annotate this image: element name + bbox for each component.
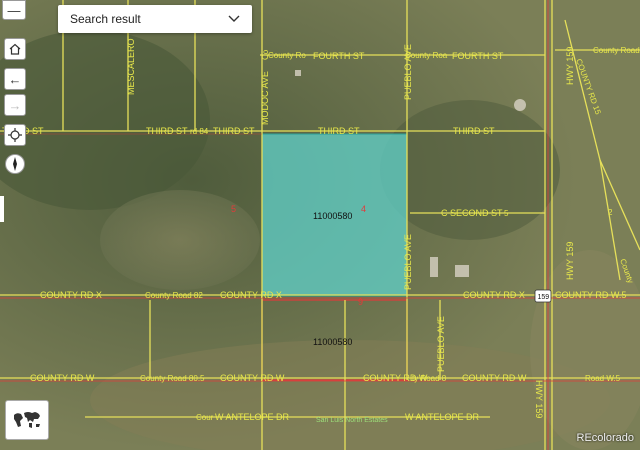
label-county-rd-right-2: 2 [608,208,613,217]
label-hwy-159-3: HWY 159 [534,380,544,418]
section-number-9: 9 [358,297,363,307]
arrow-right-icon: → [8,97,22,113]
section-number-5: 5 [231,204,236,214]
map-credit: REcolorado [576,432,634,444]
label-fourth-st: FOURTH ST [313,51,365,61]
svg-text:159: 159 [538,294,550,301]
label-county-rd-w: COUNTY RD W [30,373,95,383]
label-modoc-ave: MODOC AVE [260,71,270,125]
back-button[interactable]: ← [4,68,26,90]
label-county-ro-top: County Ro [268,51,306,60]
home-button[interactable] [4,38,26,60]
label-pueblo-ave-top: PUEBLO AVE [403,44,413,100]
label-county-rd-w5: COUNTY RD W.5 [555,290,626,300]
parcel-id-label: 11000580 [313,211,352,221]
section-number-4: 4 [361,204,366,214]
locate-button[interactable] [4,124,26,146]
label-antelope-dr: W ANTELOPE DR [215,412,290,422]
label-antelope-cour: Cour [196,413,214,422]
chevron-down-icon [228,15,240,22]
label-modoc-co: Co [261,49,270,60]
label-county-road-805: County Road 80.5 [140,374,205,383]
basemap-toggle-button[interactable] [5,400,49,440]
label-pueblo-ave-mid: PUEBLO AVE [403,234,413,290]
arrow-left-icon: ← [8,71,22,87]
search-result-label: Search result [70,12,141,26]
label-county-road-8: ty Road 8 [412,374,447,383]
label-third-st-4: THIRD ST [453,126,495,136]
map-canvas[interactable]: County Ro FOURTH ST County Roa FOURTH ST… [0,0,640,450]
label-second-st-c: C [441,208,448,218]
label-hwy-159-2: HWY 159 [565,242,575,280]
label-second-st-5: 5 [504,209,509,218]
search-result-dropdown[interactable]: Search result [58,5,252,33]
crosshair-icon [8,128,22,142]
side-panel-tab[interactable] [0,196,4,222]
label-county-rd-x: COUNTY RD X [40,290,102,300]
home-icon [9,43,21,55]
label-pueblo-ave-low: PUEBLO AVE [436,316,446,372]
label-second-st: SECOND ST [450,208,503,218]
label-fourth-st-2: FOURTH ST [452,51,504,61]
world-map-icon [14,412,40,428]
label-county-road-right: County Road [593,46,640,55]
label-third-st-c: THIRD ST [146,126,188,136]
label-hwy-159: HWY 159 [565,47,575,85]
label-san-luis: San Luis North Estates [316,417,388,424]
minus-icon: — [7,2,21,18]
hwy-shield: 159 [534,289,552,303]
label-road-w5: Road W.5 [585,374,621,383]
label-county-road-82: County Road 82 [145,291,203,300]
label-third-st-3: THIRD ST [318,126,360,136]
label-rd84: rd 84 [190,127,209,136]
label-mescalero: MESCALERO [126,38,136,95]
label-third-st-2: THIRD ST [213,126,255,136]
zoom-out-button[interactable]: — [2,0,26,20]
label-county-rd-x-2: COUNTY RD X [220,290,282,300]
label-antelope-dr-2: W ANTELOPE DR [405,412,480,422]
forward-button[interactable]: → [4,94,26,116]
label-county-rd-w-4: COUNTY RD W [462,373,527,383]
parcel-id-label-lower: 11000580 [313,337,352,347]
label-county-rd-w-2: COUNTY RD W [220,373,285,383]
label-county-rd-x-3: COUNTY RD X [463,290,525,300]
compass-button[interactable] [5,154,25,174]
compass-icon [13,157,17,171]
